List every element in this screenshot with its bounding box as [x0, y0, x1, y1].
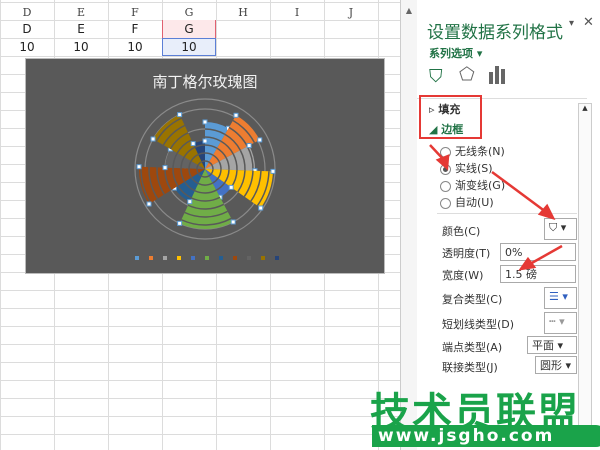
watermark-url: www.jsgho.com: [372, 425, 600, 447]
